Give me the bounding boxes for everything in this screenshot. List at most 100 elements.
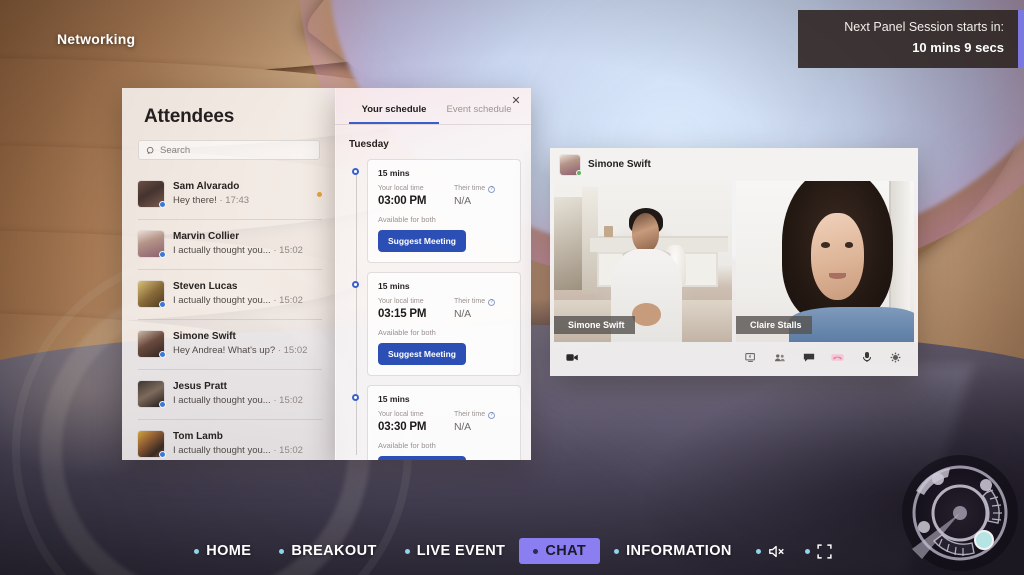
slot-duration: 15 mins xyxy=(378,394,410,404)
presence-dot xyxy=(159,351,166,358)
timeline-node-icon xyxy=(352,394,359,401)
bullet-icon xyxy=(755,548,761,554)
nav-item-chat[interactable]: CHAT xyxy=(519,538,601,564)
slot-duration: 15 mins xyxy=(378,281,410,291)
schedule-body: Tuesday 15 mins Your local time 03:00 PM… xyxy=(335,125,531,460)
avatar xyxy=(138,281,166,308)
nav-item-information[interactable]: INFORMATION xyxy=(600,543,746,559)
list-item[interactable]: Jesus Pratt I actually thought you... · … xyxy=(122,369,336,419)
timeline-node-icon xyxy=(352,281,359,288)
chat-bubble-icon[interactable] xyxy=(802,351,815,364)
slot-your-time-label: Your local time xyxy=(378,411,424,418)
mute-speaker-icon[interactable] xyxy=(768,544,785,559)
attendee-preview: I actually thought you... · 15:02 xyxy=(173,395,303,406)
nav-label: INFORMATION xyxy=(626,543,732,559)
call-host-name: Simone Swift xyxy=(588,159,651,170)
nav-item-mute[interactable] xyxy=(746,544,795,559)
bottom-navigation: HOME BREAKOUT LIVE EVENT CHAT INFORMATIO… xyxy=(0,527,1024,575)
nav-label: CHAT xyxy=(545,543,587,559)
schedule-tabs: Your schedule Event schedule xyxy=(335,88,531,125)
call-toolbar xyxy=(550,342,918,372)
avatar xyxy=(560,154,582,176)
list-item[interactable]: Steven Lucas I actually thought you... ·… xyxy=(122,269,336,319)
video-camera-icon[interactable] xyxy=(566,351,579,364)
tab-event-schedule[interactable]: Event schedule xyxy=(439,104,519,124)
attendees-title: Attendees xyxy=(144,106,235,127)
video-tile[interactable]: Claire Stalls xyxy=(736,181,914,342)
attendee-preview: I actually thought you... · 15:02 xyxy=(173,245,303,256)
slot-availability: Available for both xyxy=(378,441,436,450)
participant-name-label: Simone Swift xyxy=(554,316,635,334)
avatar xyxy=(138,431,166,458)
end-call-icon[interactable] xyxy=(831,351,844,364)
attendees-search-wrap xyxy=(122,128,336,160)
attendee-name: Sam Alvarado xyxy=(173,181,240,192)
question-mark-icon[interactable]: ? xyxy=(488,411,496,419)
search-icon xyxy=(146,146,155,155)
slot-your-time-label: Your local time xyxy=(378,298,424,305)
attendees-list: Sam Alvarado Hey there! · 17:43 Marvin C… xyxy=(122,169,336,460)
slot-their-time-label: Their time? xyxy=(454,297,496,307)
participants-icon[interactable] xyxy=(773,351,786,364)
timeline-node-icon xyxy=(352,168,359,175)
attendee-name: Marvin Collier xyxy=(173,231,240,242)
video-call-panel: Simone Swift Simone Swift Claire Stalls xyxy=(550,148,918,376)
search-box[interactable] xyxy=(138,140,320,160)
nav-item-fullscreen[interactable] xyxy=(795,543,844,559)
list-item[interactable]: Simone Swift Hey Andrea! What's up? · 15… xyxy=(122,319,336,369)
list-item[interactable]: Tom Lamb I actually thought you... · 15:… xyxy=(122,419,336,460)
slot-your-time-value: 03:15 PM xyxy=(378,308,427,320)
slot-your-time-value: 03:30 PM xyxy=(378,421,427,433)
nav-label: LIVE EVENT xyxy=(416,543,506,559)
room-title: Networking xyxy=(57,31,136,47)
video-tile[interactable]: Simone Swift xyxy=(554,181,732,342)
nav-item-live-event[interactable]: LIVE EVENT xyxy=(391,543,520,559)
avatar xyxy=(138,231,166,258)
unread-badge xyxy=(317,191,322,197)
call-toolbar-actions xyxy=(744,351,902,364)
suggest-meeting-button[interactable]: Suggest Meeting xyxy=(378,230,467,252)
next-session-countdown: Next Panel Session starts in: 10 mins 9 … xyxy=(798,10,1024,68)
schedule-slot[interactable]: 15 mins Your local time 03:15 PM Their t… xyxy=(352,272,521,376)
presence-dot xyxy=(159,451,166,458)
schedule-day-header: Tuesday xyxy=(349,139,389,150)
nav-item-home[interactable]: HOME xyxy=(180,543,265,559)
fullscreen-icon[interactable] xyxy=(817,543,834,559)
attendee-name: Tom Lamb xyxy=(173,431,223,442)
schedule-slot[interactable]: 15 mins Your local time 03:30 PM Their t… xyxy=(352,385,521,460)
participant-name-label: Claire Stalls xyxy=(736,316,812,334)
bullet-icon xyxy=(804,548,810,554)
close-icon[interactable]: ✕ xyxy=(509,94,523,108)
settings-gear-icon[interactable] xyxy=(889,351,902,364)
presence-dot xyxy=(159,251,166,258)
nav-label: BREAKOUT xyxy=(291,543,377,559)
attendee-name: Steven Lucas xyxy=(173,281,238,292)
attendee-preview: Hey there! · 17:43 xyxy=(173,195,250,206)
schedule-slot[interactable]: 15 mins Your local time 03:00 PM Their t… xyxy=(352,159,521,263)
suggest-meeting-button[interactable]: Suggest Meeting xyxy=(378,456,467,460)
search-input[interactable] xyxy=(160,144,312,156)
screen-share-icon[interactable] xyxy=(744,351,757,364)
list-item[interactable]: Sam Alvarado Hey there! · 17:43 xyxy=(122,169,336,219)
attendee-name: Simone Swift xyxy=(173,331,236,342)
bullet-icon xyxy=(614,548,620,554)
microphone-icon[interactable] xyxy=(860,351,873,364)
presence-dot xyxy=(159,301,166,308)
question-mark-icon[interactable]: ? xyxy=(488,298,496,306)
nav-label: HOME xyxy=(206,543,252,559)
suggest-meeting-button[interactable]: Suggest Meeting xyxy=(378,343,467,365)
question-mark-icon[interactable]: ? xyxy=(488,185,496,193)
avatar xyxy=(138,331,166,358)
avatar xyxy=(138,181,166,208)
attendee-name: Jesus Pratt xyxy=(173,381,227,392)
bullet-icon xyxy=(279,548,285,554)
tab-your-schedule[interactable]: Your schedule xyxy=(349,104,439,124)
slot-their-time-value: N/A xyxy=(454,421,471,433)
list-item[interactable]: Marvin Collier I actually thought you...… xyxy=(122,219,336,269)
schedule-timeline xyxy=(356,171,357,455)
nav-item-breakout[interactable]: BREAKOUT xyxy=(265,543,390,559)
presence-dot xyxy=(159,201,166,208)
slot-their-time-value: N/A xyxy=(454,195,471,207)
slot-your-time-value: 03:00 PM xyxy=(378,195,427,207)
presence-dot xyxy=(576,169,582,176)
